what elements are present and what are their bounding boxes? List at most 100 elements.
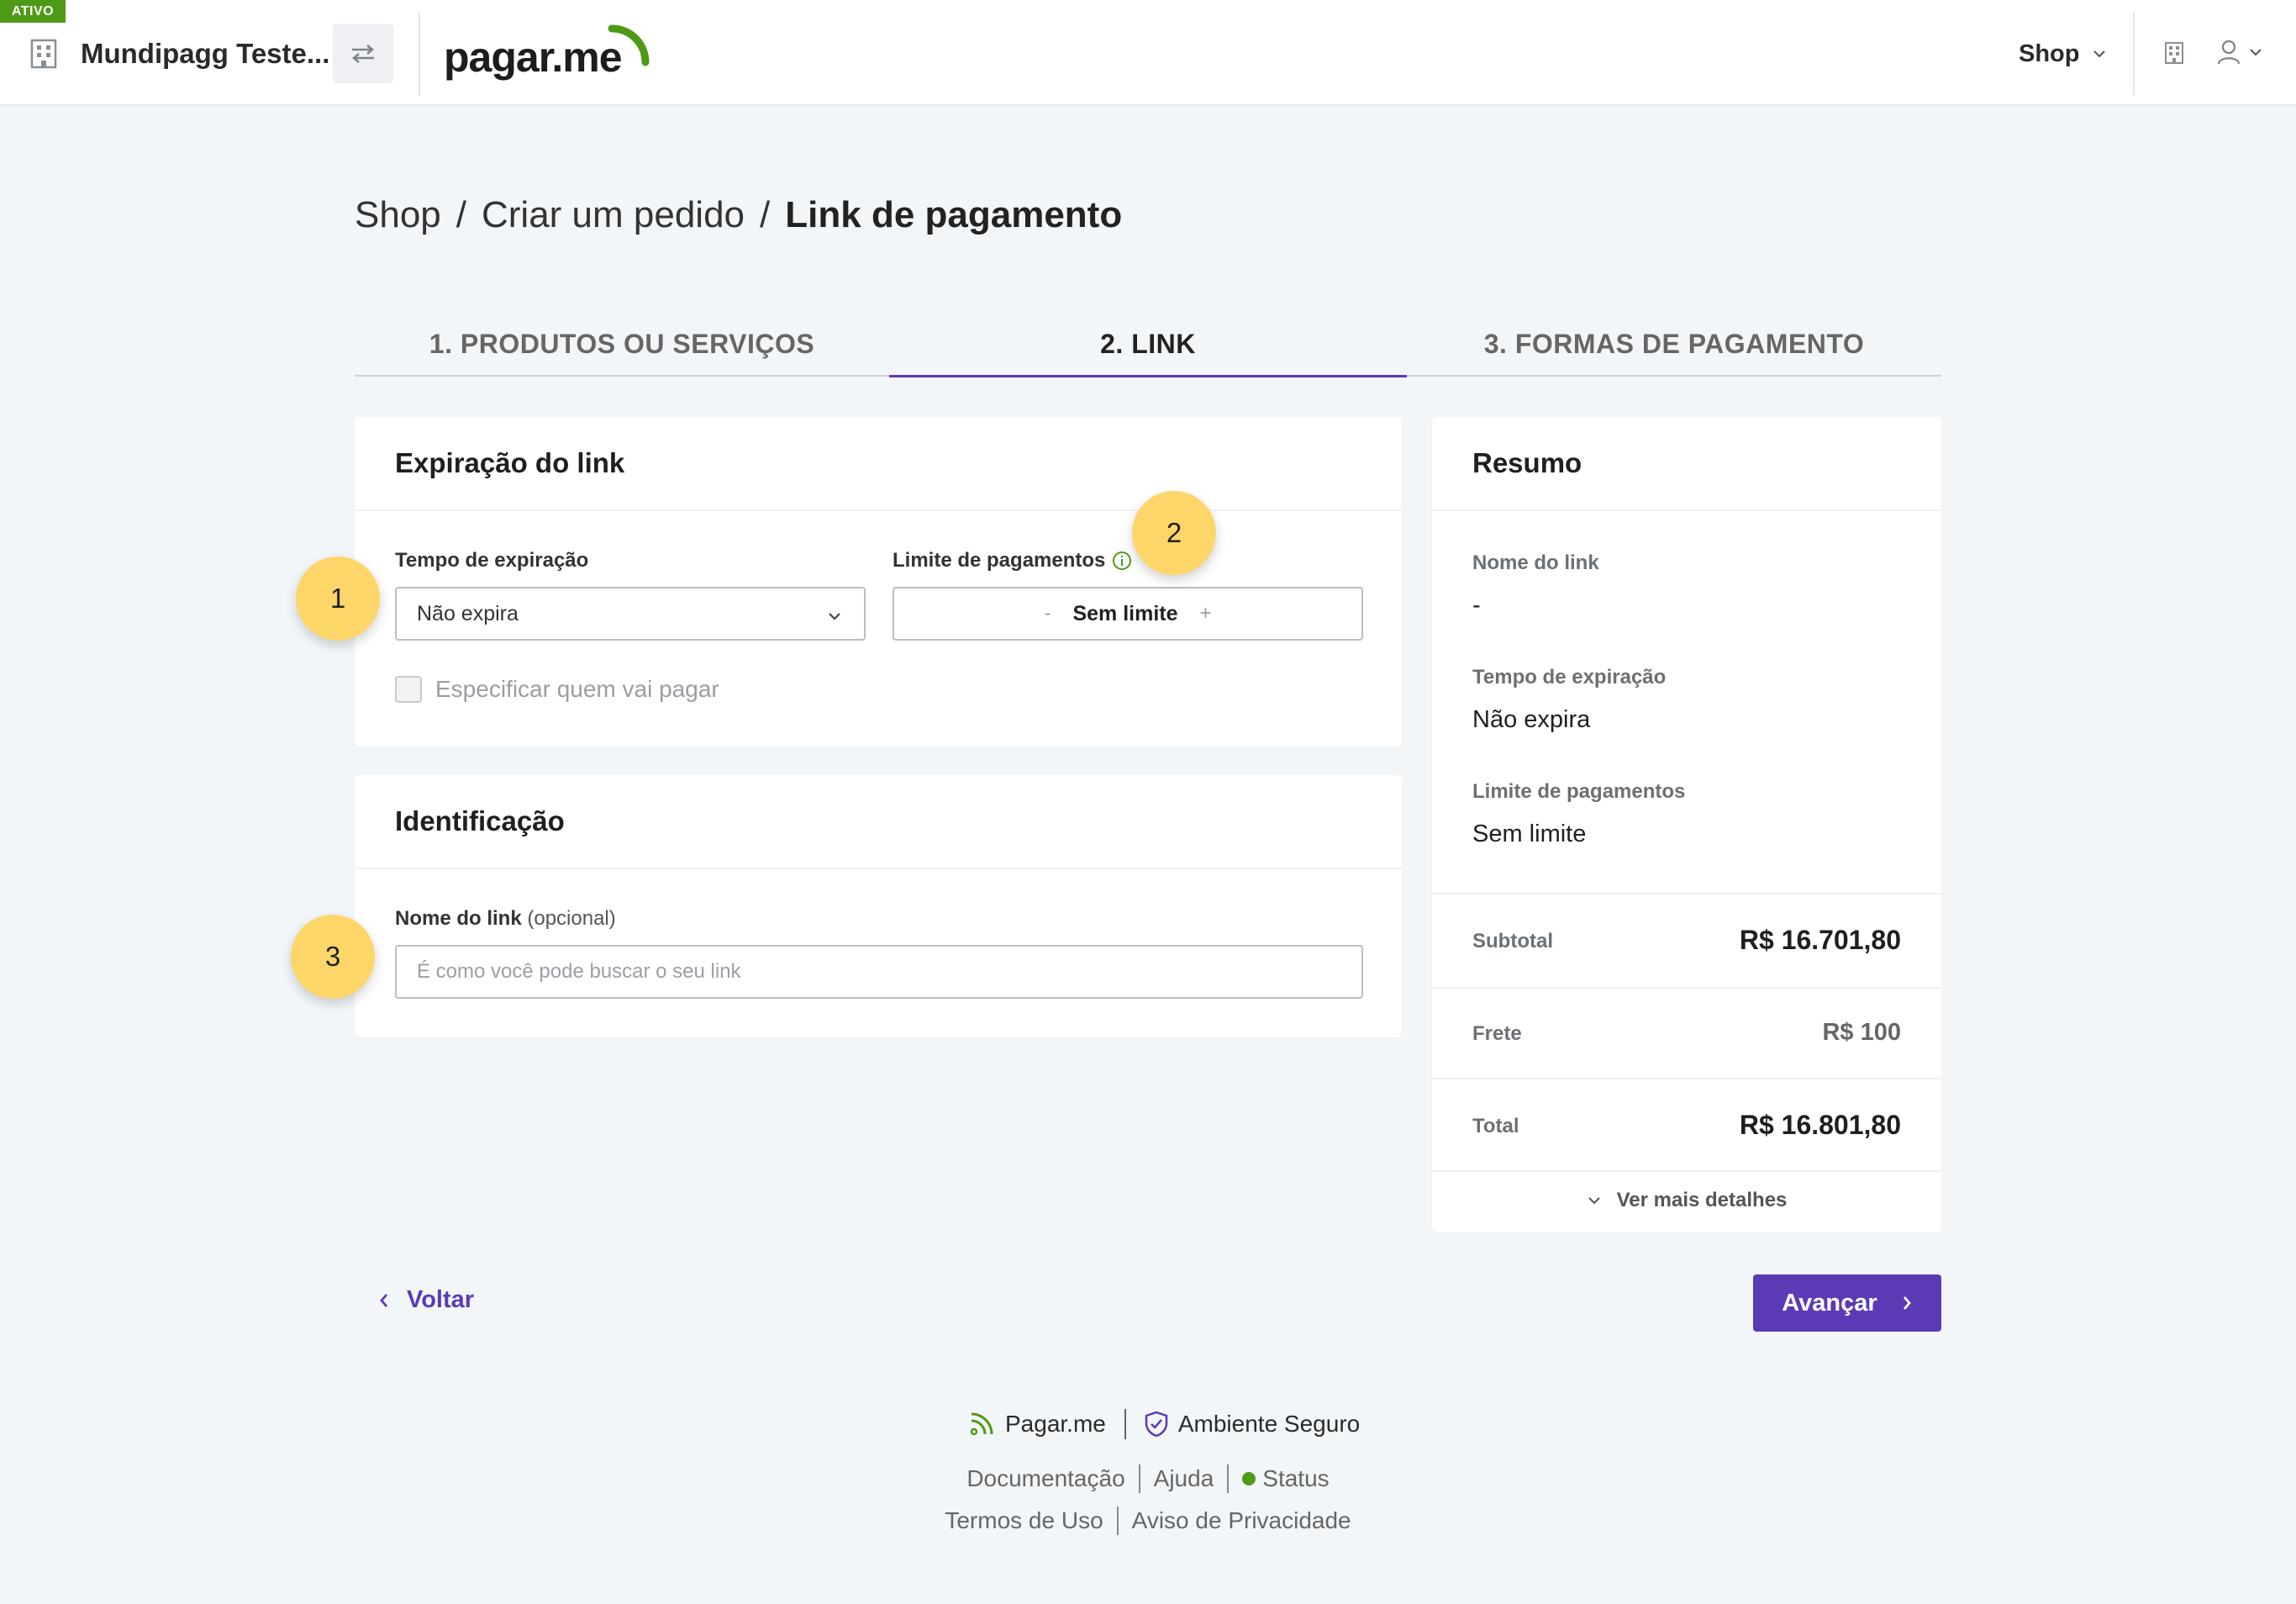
see-more-details-toggle[interactable]: Ver mais detalhes [1432,1189,1941,1212]
switch-account-button[interactable] [333,24,393,83]
expiration-card: Expiração do link Tempo de expiração Não… [355,417,1402,747]
card-title: Identificação [395,805,565,836]
summary-link-name-value: - [1472,592,1481,619]
status-dot-icon [1242,1472,1256,1485]
breadcrumb-separator: / [456,194,466,235]
subtotal-value: R$ 16.701,80 [1739,925,1901,955]
building-icon [30,39,57,69]
payment-limit-label-row: Limite de pagamentos [893,548,1132,573]
footer-link-status-label: Status [1262,1465,1330,1491]
step-products[interactable]: 1. PRODUTOS OU SERVIÇOS [355,311,889,377]
footer-divider [1116,1506,1119,1535]
footer-links-row-2: Termos de Uso Aviso de Privacidade [0,1506,2296,1535]
breadcrumb-separator: / [760,194,771,235]
chevron-right-icon [1903,1296,1911,1310]
chevron-left-icon [380,1293,388,1307]
specify-payer-checkbox[interactable] [395,676,422,703]
summary-limit-value: Sem limite [1472,820,1587,847]
annotation-badge-1: 1 [296,557,380,641]
step-number: 3. [1483,328,1508,359]
card-divider [1432,987,1941,989]
footer-divider [1227,1464,1230,1493]
link-name-label-text: Nome do link [395,907,522,930]
footer-link-help[interactable]: Ajuda [1154,1465,1214,1492]
step-label: FORMAS DE PAGAMENTO [1514,328,1865,359]
expiration-time-value: Não expira [417,601,519,625]
brand-arc-icon [608,24,650,66]
annotation-badge-3: 3 [291,915,375,999]
shop-menu[interactable]: Shop [2019,37,2107,71]
total-label: Total [1472,1115,1519,1137]
card-divider [1432,893,1941,894]
building-icon[interactable] [2162,40,2187,66]
summary-card: Resumo Nome do link - Tempo de expiração… [1432,417,1941,1232]
card-divider [355,868,1402,869]
chevron-down-icon [2250,49,2262,56]
link-name-label: Nome do link (opcional) [395,906,616,931]
back-button-label: Voltar [407,1286,475,1313]
pagarme-logo-icon [970,1412,993,1436]
header-divider [419,12,420,96]
step-label: LINK [1131,328,1196,359]
payment-limit-value: Sem limite [1072,601,1178,625]
footer-links-row-1: Documentação Ajuda Status [0,1464,2296,1493]
step-label: PRODUTOS OU SERVIÇOS [460,328,815,359]
step-link[interactable]: 2. LINK [889,311,1407,377]
specify-payer-row[interactable]: Especificar quem vai pagar [395,676,719,703]
info-icon[interactable] [1112,551,1132,571]
see-more-details-label: Ver mais detalhes [1616,1189,1788,1211]
next-button[interactable]: Avançar [1753,1274,1941,1332]
breadcrumb-item-shop[interactable]: Shop [355,190,441,240]
shop-menu-label: Shop [2019,40,2080,67]
back-button[interactable]: Voltar [378,1286,474,1314]
brand-logo: pagar.me [444,34,623,81]
footer-brand-name: Pagar.me [1005,1411,1106,1437]
breadcrumb-item-current: Link de pagamento [785,194,1123,235]
footer-link-terms[interactable]: Termos de Uso [945,1507,1103,1534]
specify-payer-label: Especificar quem vai pagar [435,676,719,702]
footer-link-docs[interactable]: Documentação [966,1465,1124,1492]
optional-hint: (opcional) [527,907,616,930]
header-divider-right [2133,12,2135,96]
subtotal-label: Subtotal [1472,930,1553,952]
user-menu[interactable] [2215,39,2262,66]
total-value: R$ 16.801,80 [1739,1110,1901,1140]
card-divider [1432,1170,1941,1172]
expiration-time-select[interactable]: Não expira [395,587,866,641]
payment-limit-stepper: - Sem limite + [893,587,1363,641]
identification-card: Identificação Nome do link (opcional) É … [355,775,1402,1037]
chevron-down-icon [829,613,840,620]
top-header: ATIVO Mundipagg Teste... pagar.me Shop [0,0,2296,106]
company-name[interactable]: Mundipagg Teste... [81,37,329,71]
summary-title: Resumo [1472,447,1582,478]
chevron-down-icon [1588,1197,1600,1205]
decrement-button[interactable]: - [1044,602,1051,625]
step-number: 1. [429,328,453,359]
footer-link-status[interactable]: Status [1242,1465,1330,1492]
summary-limit-label: Limite de pagamentos [1472,780,1686,803]
swap-arrows-icon [352,45,374,63]
next-button-label: Avançar [1782,1289,1877,1316]
summary-expiration-value: Não expira [1472,706,1591,733]
footer-brand-row: Pagar.me Ambiente Seguro [968,1409,1360,1439]
chevron-down-icon [2093,50,2105,58]
breadcrumb-item-create-order[interactable]: Criar um pedido [482,190,745,240]
annotation-badge-2: 2 [1132,491,1216,575]
footer-divider [1124,1409,1126,1439]
user-icon [2217,40,2241,65]
stepper-tabs: 1. PRODUTOS OU SERVIÇOS 2. LINK 3. FORMA… [355,311,1941,377]
card-divider [1432,509,1941,511]
summary-expiration-label: Tempo de expiração [1472,666,1667,689]
expiration-time-label: Tempo de expiração [395,549,589,572]
card-title: Expiração do link [395,447,625,478]
footer-divider [1138,1464,1140,1493]
card-divider [1432,1078,1941,1079]
status-badge: ATIVO [0,0,66,23]
increment-button[interactable]: + [1200,602,1212,625]
breadcrumb: Shop / Criar um pedido / Link de pagamen… [355,190,1122,240]
link-name-input[interactable]: É como você pode buscar o seu link [395,945,1363,999]
footer-link-privacy[interactable]: Aviso de Privacidade [1132,1507,1351,1534]
shield-check-icon [1145,1411,1168,1438]
step-payment-methods[interactable]: 3. FORMAS DE PAGAMENTO [1407,311,1941,377]
shipping-value: R$ 100 [1822,1019,1901,1046]
